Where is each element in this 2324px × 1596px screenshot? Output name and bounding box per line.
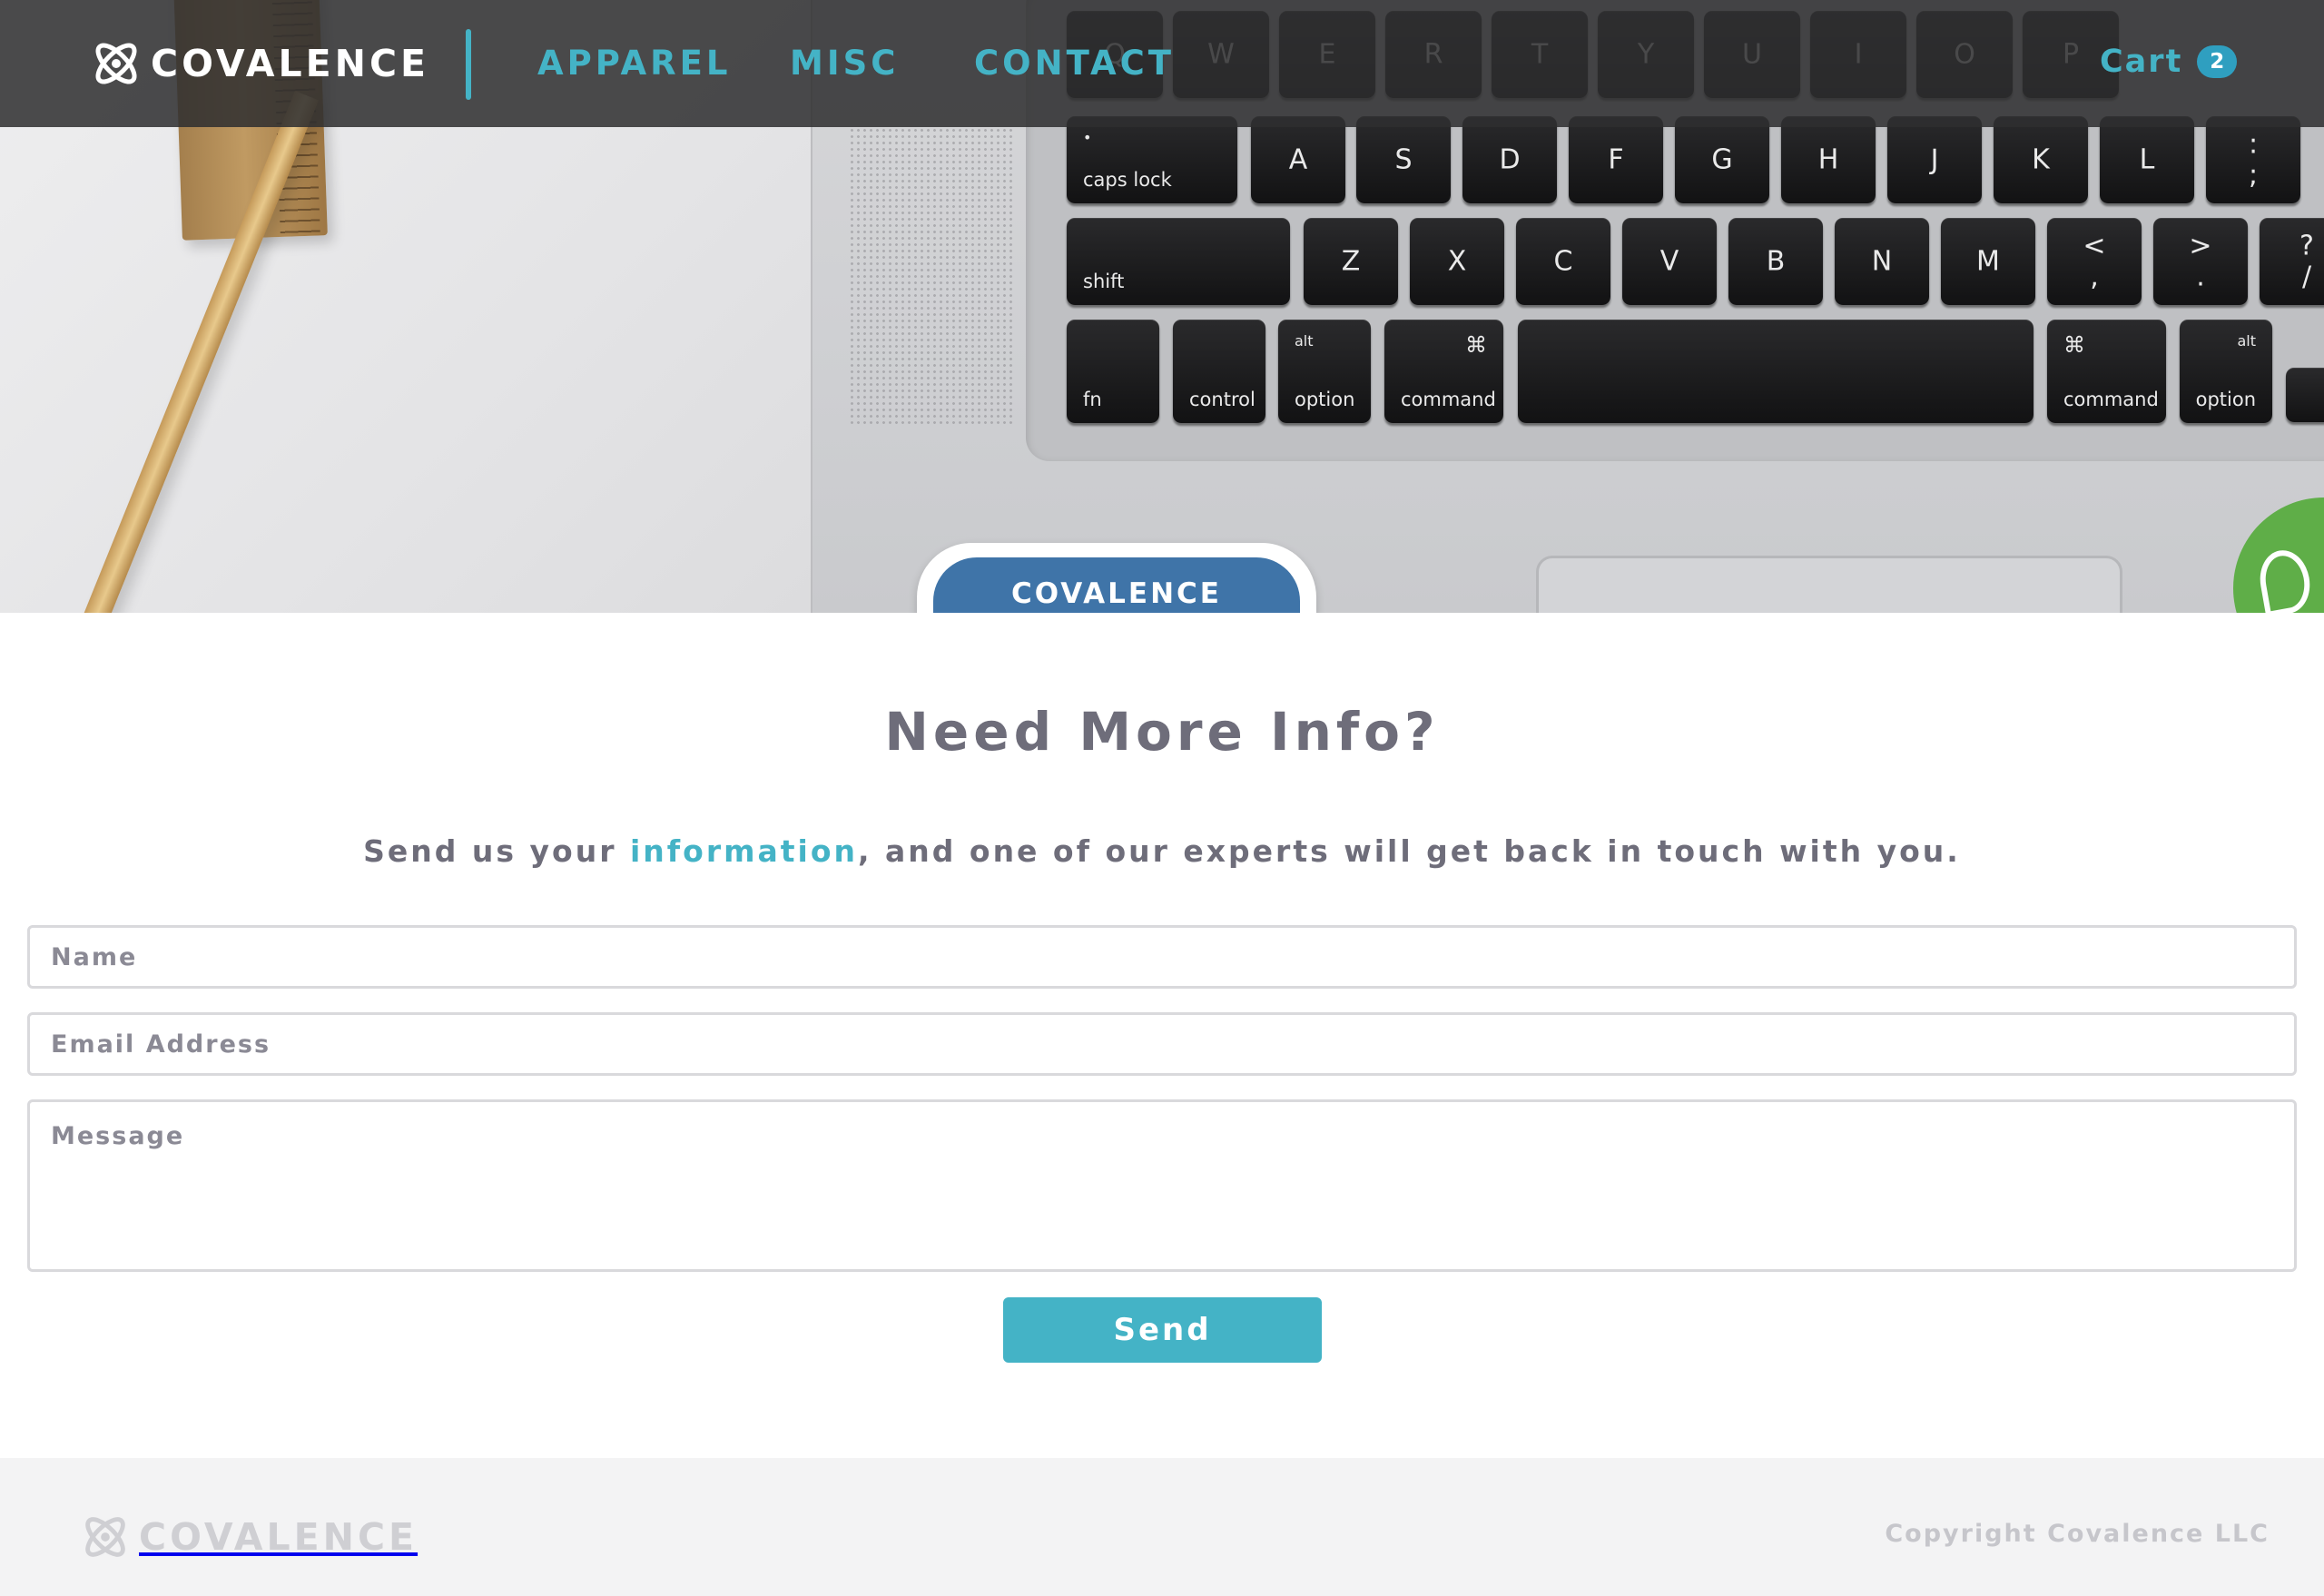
information-link[interactable]: information: [630, 833, 858, 869]
key-command-right: ⌘ command: [2047, 320, 2166, 423]
key-c: C: [1516, 218, 1610, 305]
site-footer: COVALENCE Copyright Covalence LLC: [0, 1458, 2324, 1596]
intro-text-end: , and one of our experts will get back i…: [858, 833, 1961, 869]
key-label-top: >: [2189, 230, 2212, 262]
covalence-atom-logo-icon: [95, 43, 137, 84]
key-b: B: [1728, 218, 1823, 305]
nav-link-contact[interactable]: CONTACT: [974, 44, 1175, 83]
key-alt-label: alt: [1295, 332, 1314, 350]
key-k: K: [1994, 116, 2088, 203]
key-label: caps lock: [1083, 169, 1172, 191]
key-shift: shift: [1067, 218, 1290, 305]
key-arrow-left: [2286, 368, 2324, 422]
intro-text-start: Send us your: [363, 833, 630, 869]
key-label: L: [2139, 143, 2155, 176]
key-option-right: alt option: [2180, 320, 2272, 423]
key-option-left: alt option: [1278, 320, 1371, 423]
key-label: X: [1447, 245, 1467, 278]
key-label: M: [1976, 245, 2000, 278]
send-button[interactable]: Send: [1003, 1297, 1322, 1363]
key-label: command: [1401, 389, 1496, 410]
leaf-icon: [2255, 546, 2315, 613]
key-label: N: [1871, 245, 1893, 278]
key-label: K: [2032, 143, 2050, 176]
key-label: B: [1766, 245, 1786, 278]
key-d: D: [1462, 116, 1557, 203]
name-input[interactable]: [27, 925, 2297, 989]
key-label-bottom: .: [2196, 261, 2205, 293]
key-h: H: [1781, 116, 1876, 203]
key-label: D: [1499, 143, 1521, 176]
key-label: J: [1930, 143, 1939, 176]
nav-link-misc[interactable]: MISC: [790, 44, 899, 83]
key-comma: <,: [2047, 218, 2142, 305]
key-label: A: [1288, 143, 1308, 176]
key-caps-lock: • caps lock: [1067, 116, 1237, 203]
cart-link[interactable]: Cart 2: [2100, 44, 2238, 80]
key-label: option: [2195, 389, 2256, 410]
key-label: option: [1295, 389, 1355, 410]
key-label-bottom: ,: [2090, 261, 2099, 293]
laptop-trackpad: [1536, 556, 2122, 613]
key-label-top: ?: [2299, 230, 2314, 262]
key-fn: fn: [1067, 320, 1159, 423]
key-v: V: [1622, 218, 1717, 305]
key-x: X: [1410, 218, 1504, 305]
key-caps-dot: •: [1083, 129, 1092, 146]
key-label: S: [1394, 143, 1413, 176]
command-symbol-icon: ⌘: [2063, 332, 2085, 358]
key-control: control: [1173, 320, 1265, 423]
key-label: shift: [1083, 271, 1125, 292]
key-z: Z: [1304, 218, 1398, 305]
message-textarea[interactable]: [27, 1099, 2297, 1272]
key-label: H: [1817, 143, 1839, 176]
nav-link-apparel[interactable]: APPAREL: [537, 44, 731, 83]
brand-name: COVALENCE: [151, 42, 430, 85]
key-label: C: [1553, 245, 1573, 278]
nav-divider: [466, 29, 471, 100]
key-label-top: <: [2083, 230, 2106, 262]
key-alt-label: alt: [2237, 332, 2256, 350]
command-symbol-icon: ⌘: [1465, 332, 1487, 358]
key-f: F: [1569, 116, 1663, 203]
footer-brand-name: COVALENCE: [139, 1515, 419, 1559]
key-label: F: [1608, 143, 1624, 176]
laptop-speaker-grille: [849, 127, 1016, 427]
key-command-left: ⌘ command: [1384, 320, 1503, 423]
cart-count-badge: 2: [2197, 45, 2238, 78]
email-input[interactable]: [27, 1012, 2297, 1076]
key-label-top: :: [2248, 128, 2259, 161]
key-label: command: [2063, 389, 2159, 410]
key-g: G: [1675, 116, 1769, 203]
key-j: J: [1887, 116, 1982, 203]
covalence-sticker: COVALENCE: [917, 543, 1316, 613]
brand-logo-link[interactable]: COVALENCE: [87, 33, 429, 94]
key-label: control: [1189, 389, 1256, 410]
key-space: [1518, 320, 2034, 423]
key-label-bottom: ;: [2248, 159, 2259, 192]
copyright-text: Copyright Covalence LLC: [1885, 1520, 2270, 1548]
key-a: A: [1251, 116, 1345, 203]
key-slash: ? /: [2260, 218, 2324, 305]
sticker-label: COVALENCE: [933, 557, 1300, 613]
page-title: Need More Info?: [884, 701, 1440, 763]
key-n: N: [1835, 218, 1929, 305]
cart-label: Cart: [2100, 44, 2183, 80]
key-semicolon: :;: [2206, 116, 2300, 203]
top-navigation-bar: COVALENCE APPAREL MISC CONTACT Cart 2: [0, 0, 2324, 127]
covalence-atom-logo-icon: [85, 1517, 125, 1557]
key-label-bottom: /: [2301, 261, 2312, 293]
key-m: M: [1941, 218, 2035, 305]
key-label: fn: [1083, 389, 1102, 410]
key-period: >.: [2153, 218, 2248, 305]
key-label: G: [1711, 143, 1733, 176]
key-s: S: [1356, 116, 1451, 203]
key-label: Z: [1341, 245, 1361, 278]
contact-intro-text: Send us your information, and one of our…: [0, 833, 2324, 869]
footer-logo-link[interactable]: COVALENCE: [77, 1508, 418, 1566]
key-l: L: [2100, 116, 2194, 203]
key-label: V: [1659, 245, 1679, 278]
